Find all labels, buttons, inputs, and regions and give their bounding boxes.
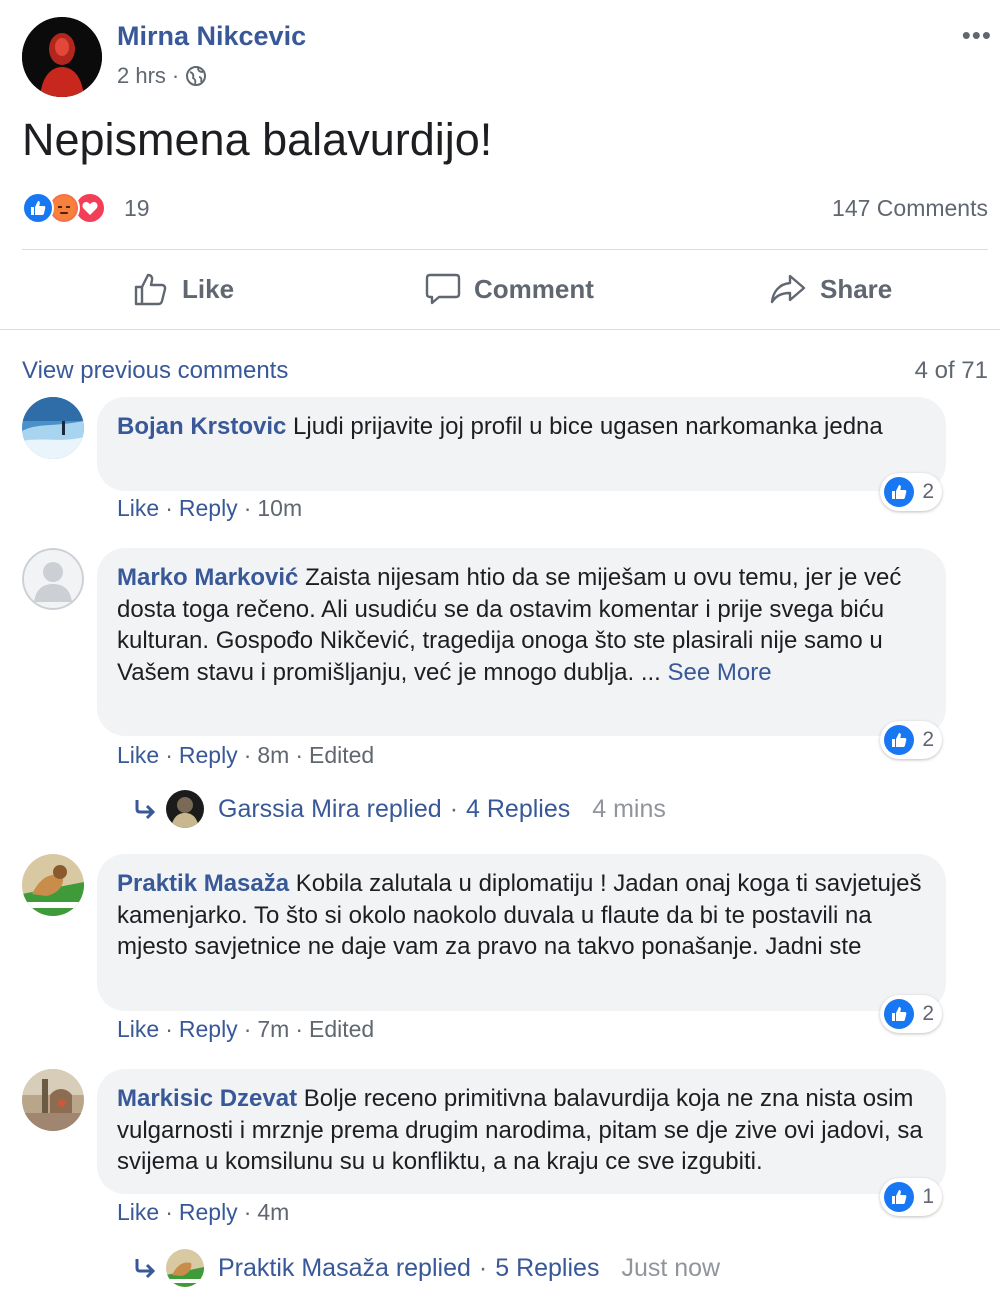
commenter-avatar[interactable] (22, 1069, 84, 1131)
share-button-label: Share (820, 273, 893, 304)
comment-edited: Edited (308, 742, 375, 768)
like-icon (884, 1182, 915, 1212)
comment-author[interactable]: Praktik Masaža (117, 870, 289, 897)
comment-like-count: 2 (922, 480, 934, 503)
like-icon (884, 999, 915, 1029)
comment-like-count: 2 (922, 728, 934, 751)
comment-like-link[interactable]: Like (117, 495, 159, 521)
replies-row[interactable]: Praktik Masaža replied · 5 Replies Just … (132, 1249, 720, 1287)
comments-count[interactable]: 147 Comments (832, 195, 988, 222)
like-button-label: Like (182, 273, 235, 304)
reaction-icons[interactable] (22, 192, 106, 224)
comment-author[interactable]: Marko Marković (117, 564, 298, 591)
replies-count[interactable]: 5 Replies (495, 1254, 599, 1283)
comment-edited: Edited (308, 1016, 375, 1042)
meta-separator: · (171, 63, 180, 88)
post-text: Nepismena balavurdijo! (22, 114, 493, 165)
comment-like-badge[interactable]: 2 (880, 473, 942, 511)
replies-replier[interactable]: Garssia Mira replied (218, 795, 442, 824)
reactions-bar: 19 147 Comments (22, 190, 988, 230)
comment-bubble: Markisic Dzevat Bolje receno primitivna … (97, 1069, 946, 1194)
like-icon (884, 477, 915, 507)
divider-bottom (0, 329, 1000, 330)
share-button[interactable]: Share (768, 270, 892, 308)
comment-bubble: Marko Marković Zaista nijesam htio da se… (97, 548, 946, 736)
comment-reply-link[interactable]: Reply (179, 495, 238, 521)
comment-bubble: Praktik Masaža Kobila zalutala u diploma… (97, 854, 946, 1011)
comment-text: Ljudi prijavite joj profil u bice ugasen… (293, 413, 883, 440)
reaction-count[interactable]: 19 (124, 195, 150, 222)
commenter-avatar[interactable] (22, 397, 84, 459)
replies-time: Just now (621, 1253, 721, 1282)
comment-item: Marko Marković Zaista nijesam htio da se… (22, 548, 982, 838)
like-icon (22, 192, 54, 224)
like-icon (884, 725, 915, 755)
share-icon (770, 274, 806, 304)
comment-button-label: Comment (474, 273, 594, 304)
comment-like-link[interactable]: Like (117, 1199, 159, 1225)
comment-actions: Like · Reply · 4m (117, 1199, 290, 1225)
replies-time: 4 mins (592, 794, 666, 823)
replier-avatar (166, 790, 204, 828)
like-button[interactable]: Like (132, 270, 234, 308)
comment-actions: Like · Reply · 10m (117, 495, 303, 521)
comment-reply-link[interactable]: Reply (179, 742, 238, 768)
comment-like-link[interactable]: Like (117, 1016, 159, 1042)
post-header: Mirna Nikcevic 2 hrs · ••• (22, 17, 992, 99)
replies-count[interactable]: 4 Replies (466, 795, 570, 824)
comment-icon (425, 273, 461, 305)
reply-arrow-icon (135, 1259, 156, 1279)
reply-arrow-icon (135, 800, 156, 820)
comment-item: Praktik Masaža Kobila zalutala u diploma… (22, 854, 982, 1044)
view-previous-comments-link[interactable]: View previous comments (22, 357, 288, 385)
post-action-row: Like Comment Share (0, 252, 1000, 328)
divider-top (22, 249, 988, 250)
post-meta: 2 hrs · (117, 63, 207, 89)
comment-time[interactable]: 8m (257, 742, 289, 768)
comment-item: Bojan Krstovic Ljudi prijavite joj profi… (22, 397, 982, 527)
comment-actions: Like · Reply · 7m · Edited (117, 1016, 375, 1042)
thumbs-up-icon (134, 273, 167, 306)
post-author-name[interactable]: Mirna Nikcevic (117, 21, 306, 52)
commenter-avatar[interactable] (22, 854, 84, 916)
comment-like-link[interactable]: Like (117, 742, 159, 768)
comment-item: Markisic Dzevat Bolje receno primitivna … (22, 1069, 982, 1299)
comment-button[interactable]: Comment (424, 270, 594, 308)
commenter-avatar[interactable] (22, 548, 84, 610)
comment-author[interactable]: Markisic Dzevat (117, 1085, 297, 1112)
comment-like-badge[interactable]: 2 (880, 995, 942, 1033)
replies-replier[interactable]: Praktik Masaža replied (218, 1254, 471, 1283)
comment-like-badge[interactable]: 1 (880, 1178, 942, 1216)
see-more-link[interactable]: See More (668, 659, 772, 686)
comment-actions: Like · Reply · 8m · Edited (117, 742, 375, 768)
globe-icon[interactable] (185, 65, 207, 87)
comments-page-count: 4 of 71 (914, 357, 988, 384)
comment-reply-link[interactable]: Reply (179, 1199, 238, 1225)
comment-like-count: 1 (922, 1185, 934, 1208)
comment-like-count: 2 (922, 1002, 934, 1025)
comment-like-badge[interactable]: 2 (880, 721, 942, 759)
post-time[interactable]: 2 hrs (117, 63, 166, 89)
more-options-icon[interactable]: ••• (962, 22, 992, 48)
replier-avatar (166, 1249, 204, 1287)
author-avatar[interactable] (22, 17, 102, 97)
comment-author[interactable]: Bojan Krstovic (117, 413, 286, 440)
comment-bubble: Bojan Krstovic Ljudi prijavite joj profi… (97, 397, 946, 491)
comment-time[interactable]: 7m (257, 1016, 289, 1042)
comment-time[interactable]: 4m (257, 1199, 289, 1225)
replies-row[interactable]: Garssia Mira replied · 4 Replies 4 mins (132, 790, 666, 828)
comment-time[interactable]: 10m (257, 495, 302, 521)
comment-reply-link[interactable]: Reply (179, 1016, 238, 1042)
comment-ellipsis: ... (640, 658, 661, 686)
